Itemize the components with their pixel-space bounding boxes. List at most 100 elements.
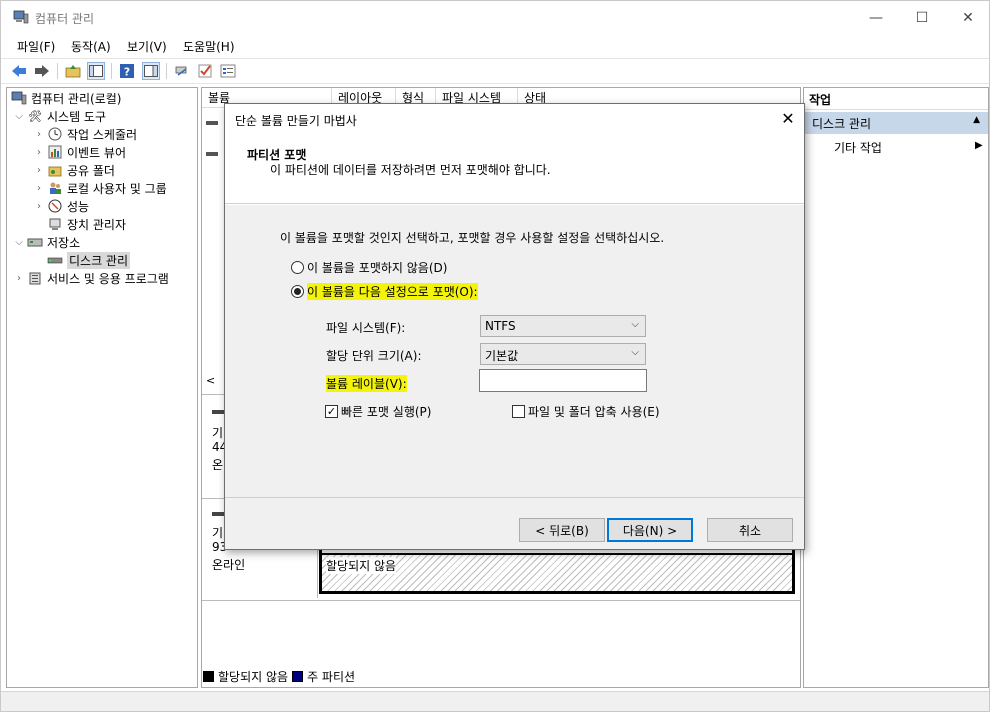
tree-label: 성능 [67,199,90,214]
compression-checkbox[interactable]: 파일 및 폴더 압축 사용(E) [512,403,660,420]
chevron-right-icon[interactable]: › [33,183,45,194]
chevron-right-icon[interactable]: › [33,147,45,158]
chevron-right-icon[interactable]: › [33,201,45,212]
tree-item-device-manager[interactable]: 장치 관리자 [45,215,126,233]
radio-button[interactable] [291,261,304,274]
back-arrow-icon[interactable] [10,62,28,80]
file-system-label: 파일 시스템(F): [326,321,406,335]
tree-item-storage[interactable]: ⌵ 저장소 [13,233,80,251]
computer-management-icon [13,10,29,24]
disk2-type: 기 [212,526,224,540]
radio-no-format[interactable]: 이 볼륨을 포맷하지 않음(D) [291,259,447,276]
action-selected-label: 디스크 관리 [812,117,872,131]
forward-arrow-icon[interactable] [33,62,51,80]
show-tree-icon[interactable] [87,62,105,80]
action-disk-management[interactable]: 디스크 관리 ▲ [804,112,988,134]
scroll-left-icon[interactable]: < [206,374,215,387]
tree-item-services[interactable]: › 서비스 및 응용 프로그램 [13,269,169,287]
legend-unallocated-swatch [203,670,214,682]
file-system-select[interactable]: NTFS ⌵ [480,315,646,337]
tools-icon: 🛠 [28,109,42,123]
chevron-down-icon[interactable]: ⌵ [13,237,25,248]
cancel-button[interactable]: 취소 [707,518,793,542]
maximize-button[interactable]: ☐ [899,1,945,35]
tree-label: 컴퓨터 관리(로컬) [31,91,122,106]
tree-label: 이벤트 뷰어 [67,145,127,160]
toolbar-separator [166,63,167,79]
action-pane-icon[interactable] [142,62,160,80]
tree-item-shared-folders[interactable]: › 공유 폴더 [33,161,115,179]
menu-action[interactable]: 동작(A) [71,38,111,55]
volume-row-icon [206,146,218,156]
radio-format[interactable]: 이 볼륨을 다음 설정으로 포맷(O): [291,283,478,300]
tree-label: 서비스 및 응용 프로그램 [47,271,169,286]
chevron-right-icon[interactable]: › [13,273,25,284]
chevron-right-icon[interactable]: › [33,165,45,176]
quick-format-checkbox[interactable]: ✓ 빠른 포맷 실행(P) [325,403,431,420]
list-view-icon[interactable] [219,62,237,80]
radio-format-label: 이 볼륨을 다음 설정으로 포맷(O): [307,283,478,300]
menu-file[interactable]: 파일(F) [17,38,55,55]
checkbox-checked[interactable]: ✓ [325,405,338,418]
unallocated-partition[interactable]: 할당되지 않음 [322,553,792,591]
menu-view[interactable]: 보기(V) [127,38,167,55]
new-simple-volume-wizard: 단순 볼륨 만들기 마법사 ✕ 파티션 포맷 이 파티션에 데이터를 저장하려면… [224,103,805,550]
actions-pane: 작업 디스크 관리 ▲ 기타 작업 ▶ [803,87,989,688]
up-folder-icon[interactable] [64,62,82,80]
menu-bar: 파일(F) 동작(A) 보기(V) 도움말(H) [1,35,989,57]
dialog-close-icon[interactable]: ✕ [778,108,798,128]
radio-no-format-label: 이 볼륨을 포맷하지 않음(D) [307,261,448,275]
performance-icon [47,199,63,213]
partition-legend: 할당되지 않음 주 파티션 [203,667,355,685]
tree-label: 저장소 [47,235,81,250]
tree-label: 로컬 사용자 및 그룹 [67,181,167,196]
storage-icon [27,235,43,249]
tree-item-root[interactable]: 컴퓨터 관리(로컬) [9,89,121,107]
volume-label-input[interactable] [479,369,647,392]
services-icon [27,271,43,285]
legend-primary-label: 주 파티션 [307,669,356,684]
dialog-title: 단순 볼륨 만들기 마법사 [235,114,357,128]
action-more-label: 기타 작업 [834,141,882,155]
next-button[interactable]: 다음(N) > [607,518,693,542]
tree-label: 공유 폴더 [67,163,115,178]
collapse-up-icon[interactable]: ▲ [973,115,980,125]
legend-unallocated-label: 할당되지 않음 [218,669,289,684]
close-button[interactable]: ✕ [945,1,991,35]
allocation-size-select[interactable]: 기본값 ⌵ [480,343,646,365]
menu-help[interactable]: 도움말(H) [183,38,235,55]
window-title: 컴퓨터 관리 [35,12,95,26]
help-icon[interactable]: ? [118,62,136,80]
users-icon [47,181,63,195]
actions-header: 작업 [804,88,988,110]
chevron-down-icon[interactable]: ⌵ [13,111,25,122]
disk-icon [47,253,63,267]
disk-divider [202,600,800,601]
toolbar-separator [111,63,112,79]
radio-button-selected[interactable] [291,285,304,298]
console-tree: 컴퓨터 관리(로컬) ⌵ 🛠 시스템 도구 › 작업 스케줄러 › 이벤트 뷰어… [6,87,198,688]
connect-icon[interactable] [173,62,191,80]
tree-item-system-tools[interactable]: ⌵ 🛠 시스템 도구 [13,107,106,125]
action-more[interactable]: 기타 작업 [834,139,882,156]
tree-label: 장치 관리자 [67,217,127,232]
properties-check-icon[interactable] [196,62,214,80]
back-button[interactable]: < 뒤로(B) [519,518,605,542]
cancel-button-label: 취소 [738,523,762,538]
svg-text:?: ? [124,66,130,79]
chevron-right-icon[interactable]: › [33,129,45,140]
back-button-label: < 뒤로(B) [535,523,589,538]
tree-item-event-viewer[interactable]: › 이벤트 뷰어 [33,143,126,161]
submenu-arrow-icon[interactable]: ▶ [975,140,983,151]
minimize-button[interactable]: — [853,1,899,35]
close-icon: ✕ [962,10,974,26]
checkbox-unchecked[interactable] [512,405,525,418]
tree-label: 작업 스케줄러 [67,127,138,142]
tree-item-local-users[interactable]: › 로컬 사용자 및 그룹 [33,179,167,197]
tree-item-disk-management[interactable]: 디스크 관리 [45,251,131,269]
tree-item-task-scheduler[interactable]: › 작업 스케줄러 [33,125,137,143]
clock-icon [47,127,63,141]
wizard-footer: < 뒤로(B) 다음(N) > 취소 [225,497,804,549]
tree-item-performance[interactable]: › 성능 [33,197,89,215]
next-button-label: 다음(N) > [622,523,678,538]
